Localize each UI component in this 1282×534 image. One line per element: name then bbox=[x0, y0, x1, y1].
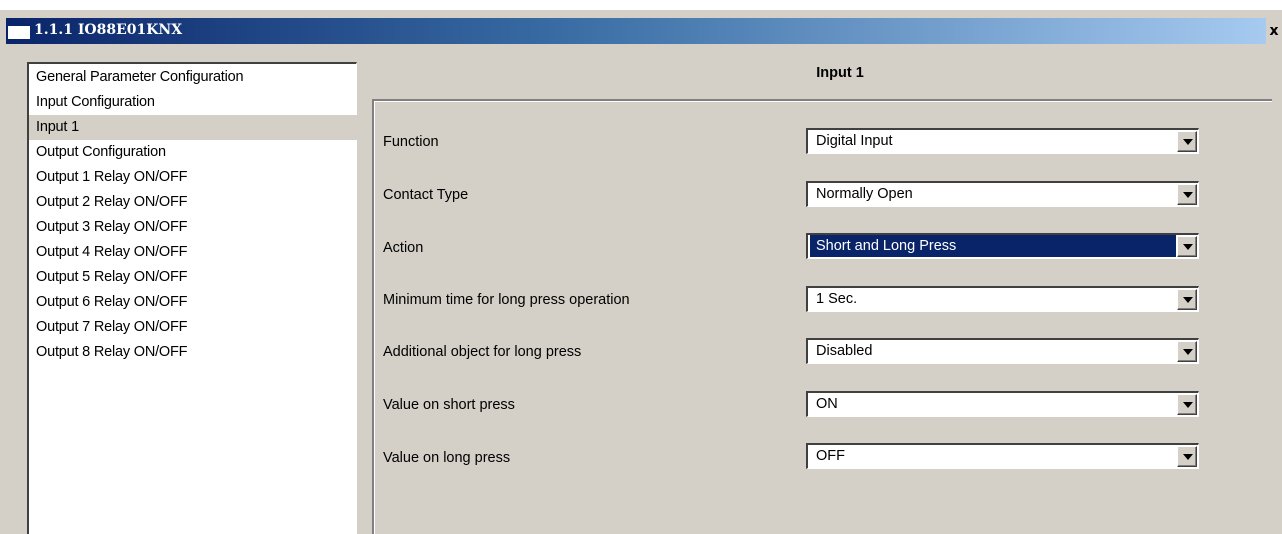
dropdown-arrow-button[interactable] bbox=[1177, 131, 1197, 152]
window-title: 1.1.1 IO88E01KNX bbox=[34, 22, 183, 38]
chevron-down-icon bbox=[1183, 192, 1193, 198]
long-press-value: OFF bbox=[816, 448, 845, 464]
long-press-time-dropdown[interactable]: 1 Sec. bbox=[806, 286, 1199, 312]
long-press-value-label: Value on long press bbox=[383, 450, 511, 466]
action-dropdown[interactable]: Short and Long Press bbox=[806, 233, 1199, 259]
long-press-time-value: 1 Sec. bbox=[816, 291, 858, 307]
contact-type-label: Contact Type bbox=[383, 187, 469, 203]
chevron-down-icon bbox=[1183, 297, 1193, 303]
additional-object-label: Additional object for long press bbox=[383, 344, 582, 360]
sidebar-item-output-1[interactable]: Output 1 Relay ON/OFF bbox=[29, 165, 357, 190]
function-label: Function bbox=[383, 134, 439, 150]
sidebar-item-output-4[interactable]: Output 4 Relay ON/OFF bbox=[29, 240, 357, 265]
dropdown-arrow-button[interactable] bbox=[1177, 394, 1197, 415]
dropdown-arrow-button[interactable] bbox=[1177, 289, 1197, 310]
chevron-down-icon bbox=[1183, 139, 1193, 145]
additional-object-dropdown[interactable]: Disabled bbox=[806, 338, 1199, 364]
chevron-down-icon bbox=[1183, 244, 1193, 250]
dropdown-arrow-button[interactable] bbox=[1177, 236, 1197, 257]
sidebar-item-general-parameter-configuration[interactable]: General Parameter Configuration bbox=[29, 65, 357, 90]
panel-title: Input 1 bbox=[816, 65, 864, 81]
dropdown-arrow-button[interactable] bbox=[1177, 341, 1197, 362]
sidebar-item-output-3[interactable]: Output 3 Relay ON/OFF bbox=[29, 215, 357, 240]
sidebar-item-output-2[interactable]: Output 2 Relay ON/OFF bbox=[29, 190, 357, 215]
action-value: Short and Long Press bbox=[810, 235, 1176, 257]
dropdown-arrow-button[interactable] bbox=[1177, 184, 1197, 205]
action-label: Action bbox=[383, 240, 424, 256]
sidebar-item-input-1[interactable]: Input 1 bbox=[29, 115, 357, 141]
short-press-value: ON bbox=[816, 396, 838, 412]
contact-type-value: Normally Open bbox=[816, 186, 913, 202]
top-strip bbox=[0, 0, 1282, 10]
short-press-value-label: Value on short press bbox=[383, 397, 515, 413]
parameter-tree: General Parameter Configuration Input Co… bbox=[27, 62, 357, 534]
dropdown-arrow-button[interactable] bbox=[1177, 446, 1197, 467]
contact-type-dropdown[interactable]: Normally Open bbox=[806, 181, 1199, 207]
sidebar-item-output-7[interactable]: Output 7 Relay ON/OFF bbox=[29, 315, 357, 340]
additional-object-value: Disabled bbox=[816, 343, 873, 359]
chevron-down-icon bbox=[1183, 454, 1193, 460]
parameter-dialog: 1.1.1 IO88E01KNX x General Parameter Con… bbox=[0, 0, 1282, 534]
close-button[interactable]: x bbox=[1266, 18, 1282, 44]
sidebar-item-output-5[interactable]: Output 5 Relay ON/OFF bbox=[29, 265, 357, 290]
long-press-time-label: Minimum time for long press operation bbox=[383, 292, 630, 308]
title-bar[interactable]: 1.1.1 IO88E01KNX bbox=[6, 18, 1266, 44]
chevron-down-icon bbox=[1183, 402, 1193, 408]
long-press-value-dropdown[interactable]: OFF bbox=[806, 443, 1199, 469]
short-press-value-dropdown[interactable]: ON bbox=[806, 391, 1199, 417]
sidebar-item-output-8[interactable]: Output 8 Relay ON/OFF bbox=[29, 340, 357, 365]
sidebar-item-output-6[interactable]: Output 6 Relay ON/OFF bbox=[29, 290, 357, 315]
function-dropdown[interactable]: Digital Input bbox=[806, 128, 1199, 154]
sidebar-item-input-configuration[interactable]: Input Configuration bbox=[29, 90, 357, 115]
window-icon bbox=[8, 23, 30, 39]
sidebar-item-output-configuration[interactable]: Output Configuration bbox=[29, 140, 357, 165]
chevron-down-icon bbox=[1183, 349, 1193, 355]
function-value: Digital Input bbox=[816, 133, 893, 149]
